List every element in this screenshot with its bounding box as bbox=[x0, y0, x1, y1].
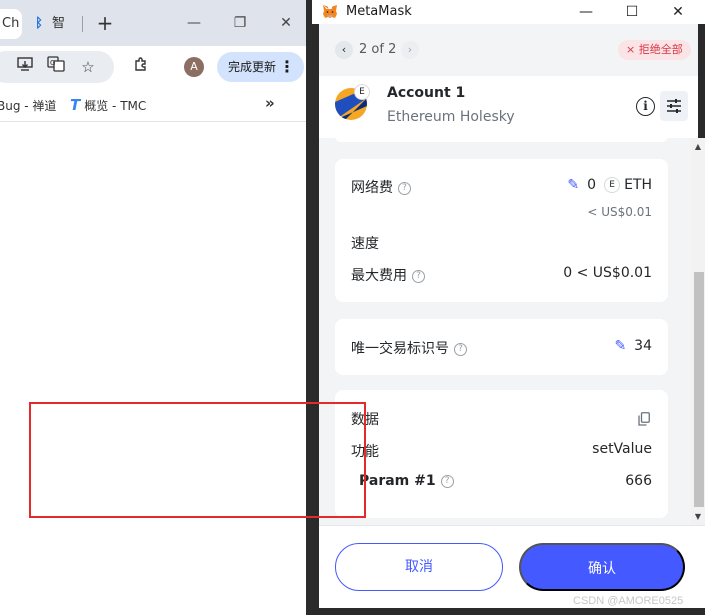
nonce-value-row: ✎ 34 bbox=[614, 338, 652, 354]
info-icon[interactable]: i bbox=[636, 97, 655, 116]
tab-active-label: Ch bbox=[2, 16, 20, 31]
mm-close-button[interactable]: ✕ bbox=[666, 0, 690, 24]
question-icon[interactable]: ? bbox=[398, 181, 411, 195]
account-name: Account 1 bbox=[387, 85, 466, 101]
translate-icon[interactable]: G bbox=[45, 56, 67, 78]
tmc-logo-icon: T bbox=[70, 96, 81, 114]
max-fee-row: 最大费用? bbox=[351, 265, 425, 285]
close-icon: × bbox=[626, 43, 639, 56]
edit-fee-icon[interactable]: ✎ bbox=[567, 177, 579, 193]
metamask-titlebar: MetaMask — ☐ ✕ bbox=[312, 0, 705, 24]
nonce-label: 唯一交易标识号 bbox=[351, 341, 449, 357]
data-card: 数据 功能 setValue Param #1? 666 bbox=[335, 390, 668, 518]
network-name: Ethereum Holesky bbox=[387, 109, 515, 125]
tab-second[interactable]: ᛒ智 bbox=[32, 13, 65, 35]
scroll-up-arrow-icon[interactable]: ▲ bbox=[691, 142, 705, 152]
chrome-window: Ch ᛒ智 + — ❐ ✕ G ☆ A 完成更新 ⋮ Bug - 禅道 T 概览… bbox=[0, 0, 312, 615]
confirmation-content: 网络费? ✎ 0 E ETH < US$0.01 速度 最大费用? 0 < US$0.… bbox=[319, 138, 691, 525]
metamask-window: MetaMask — ☐ ✕ ‹ 2 of 2 › × 拒绝全部 E Accou… bbox=[312, 0, 705, 615]
network-fee-label: 网络费 bbox=[351, 180, 393, 196]
browser-toolbar: G ☆ A 完成更新 ⋮ bbox=[0, 46, 312, 88]
tab-strip: Ch ᛒ智 + — ❐ ✕ bbox=[0, 0, 312, 46]
bookmark-tmc-label: 概览 - TMC bbox=[84, 99, 147, 113]
profile-avatar[interactable]: A bbox=[184, 57, 204, 77]
tab-divider bbox=[82, 16, 83, 32]
max-fee-value: 0 < US$0.01 bbox=[563, 265, 652, 281]
install-app-icon[interactable] bbox=[14, 56, 36, 78]
new-tab-button[interactable]: + bbox=[93, 10, 117, 36]
nonce-card: 唯一交易标识号? ✎ 34 bbox=[335, 319, 668, 375]
prev-confirmation-button[interactable]: ‹ bbox=[335, 41, 353, 59]
param-row: Param #1? bbox=[359, 473, 454, 489]
bluetooth-icon: ᛒ bbox=[35, 16, 43, 31]
question-icon[interactable]: ? bbox=[440, 474, 454, 488]
data-label: 数据 bbox=[351, 412, 379, 428]
address-bar[interactable]: G ☆ bbox=[0, 51, 114, 83]
bookmarks-bar: Bug - 禅道 T 概览 - TMC » bbox=[0, 88, 312, 122]
scroll-down-arrow-icon[interactable]: ▼ bbox=[691, 512, 705, 522]
confirm-button[interactable]: 确认 bbox=[519, 543, 685, 591]
network-fee-unit: ETH bbox=[624, 177, 652, 193]
bookmark-zentao[interactable]: Bug - 禅道 bbox=[0, 97, 56, 114]
network-fee-value: 0 bbox=[587, 177, 597, 193]
network-fee-row: 网络费? bbox=[351, 177, 411, 197]
nonce-row: 唯一交易标识号? bbox=[351, 338, 467, 358]
cancel-button[interactable]: 取消 bbox=[335, 543, 503, 591]
reject-all-button[interactable]: × 拒绝全部 bbox=[618, 40, 691, 60]
copy-icon[interactable] bbox=[638, 412, 650, 426]
function-value: setValue bbox=[592, 441, 652, 457]
tab-active[interactable]: Ch bbox=[0, 9, 22, 39]
function-label: 功能 bbox=[351, 444, 379, 460]
network-fee-value-row: ✎ 0 E ETH bbox=[567, 177, 652, 193]
max-fee-label: 最大费用 bbox=[351, 268, 407, 284]
update-button[interactable]: 完成更新 ⋮ bbox=[217, 52, 304, 82]
restore-button[interactable]: ❐ bbox=[227, 10, 253, 36]
metamask-fox-icon bbox=[323, 5, 337, 18]
account-header: E Account 1 Ethereum Holesky i bbox=[319, 76, 698, 138]
tab-second-label: 智 bbox=[52, 16, 66, 31]
next-confirmation-button[interactable]: › bbox=[401, 41, 419, 59]
mm-maximize-button[interactable]: ☐ bbox=[620, 0, 644, 24]
minimize-button[interactable]: — bbox=[181, 10, 207, 36]
question-icon[interactable]: ? bbox=[412, 269, 425, 283]
speed-label: 速度 bbox=[351, 236, 379, 252]
reject-all-label: 拒绝全部 bbox=[638, 43, 683, 56]
content-scrollbar[interactable]: ▲ ▼ bbox=[691, 138, 705, 525]
fees-card: 网络费? ✎ 0 E ETH < US$0.01 速度 最大费用? 0 < US$0.… bbox=[335, 159, 668, 302]
bookmark-tmc[interactable]: T 概览 - TMC bbox=[70, 96, 146, 114]
close-button[interactable]: ✕ bbox=[273, 10, 299, 36]
bookmarks-more-icon[interactable]: » bbox=[265, 94, 275, 112]
confirmation-pager: ‹ 2 of 2 › × 拒绝全部 bbox=[319, 24, 698, 76]
metamask-title: MetaMask bbox=[346, 4, 412, 19]
network-badge: E bbox=[354, 84, 370, 100]
param-value: 666 bbox=[625, 473, 652, 489]
mm-minimize-button[interactable]: — bbox=[574, 0, 598, 24]
star-icon[interactable]: ☆ bbox=[77, 56, 99, 78]
svg-text:G: G bbox=[50, 59, 55, 67]
param-label: Param #1 bbox=[359, 473, 436, 489]
eth-token-icon: E bbox=[604, 177, 621, 193]
sliders-icon bbox=[667, 99, 681, 113]
nonce-value: 34 bbox=[634, 338, 652, 354]
extensions-icon[interactable] bbox=[130, 56, 152, 78]
pager-count: 2 of 2 bbox=[359, 42, 397, 57]
update-label: 完成更新 bbox=[228, 60, 277, 74]
watermark: CSDN @AMORE0525 bbox=[573, 595, 684, 607]
advanced-details-button[interactable] bbox=[660, 91, 688, 121]
scroll-thumb[interactable] bbox=[694, 272, 704, 507]
network-fee-fiat: < US$0.01 bbox=[587, 205, 652, 219]
question-icon[interactable]: ? bbox=[454, 342, 467, 356]
edit-nonce-icon[interactable]: ✎ bbox=[614, 338, 626, 354]
more-vert-icon[interactable]: ⋮ bbox=[279, 52, 295, 82]
card-top-partial bbox=[335, 138, 668, 142]
